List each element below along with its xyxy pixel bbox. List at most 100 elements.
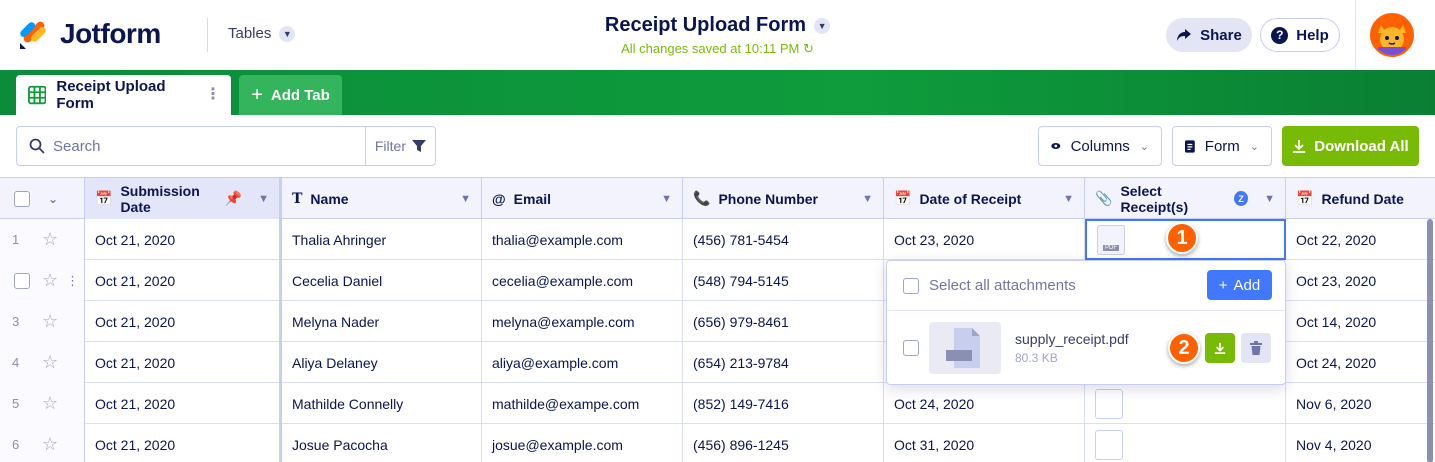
refund-date-cell[interactable]: Oct 22, 2020 [1286, 219, 1435, 260]
form-button[interactable]: Form ⌄ [1172, 126, 1272, 166]
chevron-down-icon[interactable]: ▼ [661, 193, 672, 205]
avatar[interactable] [1370, 13, 1414, 57]
select-all-checkbox[interactable] [14, 190, 30, 207]
refresh-icon: ↻ [802, 41, 814, 56]
attachment-checkbox[interactable] [903, 340, 919, 356]
name-cell[interactable]: Josue Pacocha [282, 424, 482, 462]
row-checkbox[interactable] [14, 272, 30, 289]
email-cell[interactable]: melyna@example.com [482, 301, 683, 342]
row-number-cell: 1 ☆ [0, 219, 85, 260]
star-icon[interactable]: ☆ [42, 311, 58, 332]
email-cell[interactable]: josue@example.com [482, 424, 683, 462]
chevron-down-icon[interactable]: ▼ [1264, 193, 1275, 205]
receipt-date-cell[interactable]: Oct 23, 2020 [884, 219, 1085, 260]
email-cell[interactable]: thalia@example.com [482, 219, 683, 260]
more-vertical-icon[interactable]: ⋮ [66, 273, 79, 289]
select-all-header: ⌄ [0, 178, 85, 219]
receipt-date-cell[interactable]: Oct 31, 2020 [884, 424, 1085, 462]
pin-icon[interactable]: 📌 [225, 190, 242, 207]
star-icon[interactable]: ☆ [42, 229, 58, 250]
attachment-file-name[interactable]: supply_receipt.pdf [1015, 331, 1129, 347]
table-header: ⌄ 📅 Submission Date 📌 ▼ T Name ▼ @ Email… [0, 178, 1435, 219]
download-attachment-button[interactable] [1205, 333, 1235, 363]
question-icon: ? [1271, 26, 1289, 44]
star-icon[interactable]: ☆ [42, 270, 58, 291]
column-header-date-of-receipt[interactable]: 📅 Date of Receipt ▼ [884, 178, 1085, 219]
star-icon[interactable]: ☆ [42, 434, 58, 455]
column-header-submission-date[interactable]: 📅 Submission Date 📌 ▼ [85, 178, 282, 219]
chevron-down-icon[interactable]: ▼ [862, 193, 873, 205]
chevron-down-icon[interactable]: ⌄ [48, 192, 58, 206]
more-vertical-icon[interactable]: ⋮ [205, 87, 221, 103]
star-icon[interactable]: ☆ [42, 393, 58, 414]
chevron-down-icon[interactable]: ▼ [258, 193, 269, 205]
table-row[interactable]: 6 ☆ Oct 21, 2020 Josue Pacocha josue@exam… [0, 424, 1435, 462]
table-row[interactable]: 1 ☆ Oct 21, 2020 Thalia Ahringer thalia@e… [0, 219, 1435, 260]
name-cell[interactable]: Aliya Delaney [282, 342, 482, 383]
email-cell[interactable]: cecelia@example.com [482, 260, 683, 301]
attachment-info: supply_receipt.pdf 80.3 KB [1001, 331, 1129, 365]
share-arrow-icon [1177, 29, 1192, 41]
phone-cell[interactable]: (656) 979-8461 [683, 301, 884, 342]
delete-attachment-button[interactable] [1241, 333, 1271, 363]
receipt-date-cell[interactable]: Oct 24, 2020 [884, 383, 1085, 424]
tab-receipt-upload-form[interactable]: Receipt Upload Form ⋮ [16, 75, 231, 115]
email-cell[interactable]: aliya@example.com [482, 342, 683, 383]
column-header-email[interactable]: @ Email ▼ [482, 178, 683, 219]
column-header-name[interactable]: T Name ▼ [282, 178, 482, 219]
table-row[interactable]: 5 ☆ Oct 21, 2020 Mathilde Connelly mathil… [0, 383, 1435, 424]
phone-cell[interactable]: (456) 896-1245 [683, 424, 884, 462]
attachment-item: supply_receipt.pdf 80.3 KB [887, 312, 1285, 384]
receipt-attachment-cell[interactable] [1085, 424, 1286, 462]
popover-header: Select all attachments + Add [887, 261, 1285, 311]
column-header-select-receipts[interactable]: 📎 Select Receipt(s) Z ▼ [1085, 178, 1286, 219]
submission-date-cell[interactable]: Oct 21, 2020 [85, 219, 282, 260]
filter-button[interactable]: Filter [364, 127, 435, 165]
receipt-attachment-cell[interactable] [1085, 383, 1286, 424]
help-button[interactable]: ? Help [1260, 18, 1340, 52]
search-icon [29, 138, 45, 154]
pdf-file-icon[interactable] [929, 322, 1001, 374]
submission-date-cell[interactable]: Oct 21, 2020 [85, 301, 282, 342]
name-cell[interactable]: Thalia Ahringer [282, 219, 482, 260]
columns-button[interactable]: Columns ⌄ [1038, 126, 1162, 166]
add-tab-button[interactable]: + Add Tab [239, 75, 342, 115]
search-input[interactable] [53, 137, 343, 155]
refund-date-cell[interactable]: Oct 14, 2020 [1286, 301, 1435, 342]
chevron-down-icon: ▼ [814, 17, 831, 34]
select-all-attachments-checkbox[interactable] [903, 277, 919, 294]
phone-cell[interactable]: (456) 781-5454 [683, 219, 884, 260]
name-cell[interactable]: Cecelia Daniel [282, 260, 482, 301]
add-attachment-button[interactable]: + Add [1207, 270, 1272, 300]
chevron-down-icon[interactable]: ▼ [460, 193, 471, 205]
email-cell[interactable]: mathilde@exampe.com [482, 383, 683, 424]
submission-date-cell[interactable]: Oct 21, 2020 [85, 342, 282, 383]
form-title[interactable]: Receipt Upload Form ▼ [605, 14, 831, 37]
receipt-image-thumbnail[interactable] [1095, 388, 1123, 419]
column-header-phone-number[interactable]: 📞 Phone Number ▼ [683, 178, 884, 219]
submission-date-cell[interactable]: Oct 21, 2020 [85, 260, 282, 301]
pdf-file-icon[interactable]: PDF [1097, 224, 1125, 255]
refund-date-cell[interactable]: Nov 4, 2020 [1286, 424, 1435, 462]
receipt-image-thumbnail[interactable] [1095, 429, 1123, 460]
column-header-refund-date[interactable]: 📅 Refund Date [1286, 178, 1435, 219]
name-cell[interactable]: Melyna Nader [282, 301, 482, 342]
refund-date-cell[interactable]: Oct 24, 2020 [1286, 342, 1435, 383]
refund-date-cell[interactable]: Nov 6, 2020 [1286, 383, 1435, 424]
chevron-down-icon[interactable]: ▼ [1063, 193, 1074, 205]
phone-cell[interactable]: (852) 149-7416 [683, 383, 884, 424]
share-label: Share [1200, 26, 1242, 44]
star-icon[interactable]: ☆ [42, 352, 58, 373]
phone-cell[interactable]: (654) 213-9784 [683, 342, 884, 383]
submission-date-cell[interactable]: Oct 21, 2020 [85, 383, 282, 424]
column-label: Name [310, 190, 349, 207]
download-all-button[interactable]: Download All [1282, 126, 1419, 166]
vertical-scrollbar[interactable] [1427, 219, 1433, 462]
submission-date-cell[interactable]: Oct 21, 2020 [85, 424, 282, 462]
share-button[interactable]: Share [1166, 18, 1252, 52]
column-label: Select Receipt(s) [1120, 182, 1189, 215]
column-label: Submission Date [120, 182, 200, 215]
phone-cell[interactable]: (548) 794-5145 [683, 260, 884, 301]
name-cell[interactable]: Mathilde Connelly [282, 383, 482, 424]
refund-date-cell[interactable]: Oct 23, 2020 [1286, 260, 1435, 301]
